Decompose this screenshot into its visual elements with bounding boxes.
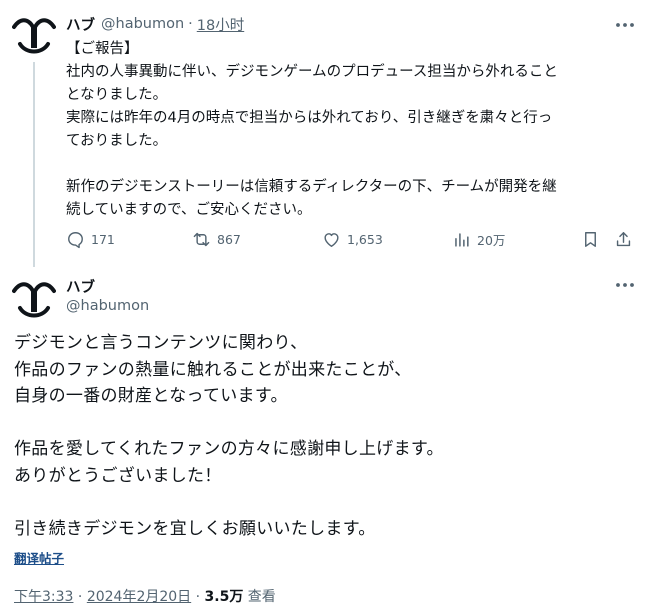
post-time[interactable]: 下午3:33 <box>14 589 73 605</box>
views-count: 20万 <box>477 232 506 248</box>
thread-line <box>33 62 35 267</box>
author-handle[interactable]: @habumon <box>66 298 149 314</box>
more-dots-icon[interactable] <box>614 274 636 296</box>
header-separator: · <box>188 16 193 32</box>
reply-count: 171 <box>91 231 115 247</box>
tweet-text: デジモンと言うコンテンツに関わり、 作品のファンの熱量に触れることが出来たことが… <box>14 330 634 542</box>
tweet-text-line: 【ご報告】 <box>66 41 139 57</box>
tweet-text-line: となりました。 <box>66 87 168 103</box>
tweet-text-line: 新作のデジモンストーリーは信頼するディレクターの下、チームが開発を継 <box>66 179 557 195</box>
bar-chart-icon <box>452 230 471 249</box>
views-label: 查看 <box>247 589 276 605</box>
main-tweet: ハブ @habumon デジモンと言うコンテンツに関わり、 作品のファンの熱量に… <box>0 268 647 615</box>
tweet-text-line: ておりました。 <box>66 133 168 149</box>
tweet-text-line: 作品のファンの熱量に触れることが出来たことが、 <box>14 359 412 380</box>
retweet-button[interactable]: 867 <box>192 228 241 250</box>
author-handle[interactable]: @habumon <box>101 16 184 32</box>
heart-icon <box>322 230 341 249</box>
retweet-count: 867 <box>217 231 241 247</box>
tweet-text-line: 作品を愛してくれたファンの方々に感謝申し上げます。 <box>14 439 444 459</box>
tweet-text: 【ご報告】 社内の人事異動に伴い、デジモンゲームのプロデュース担当から外れること… <box>66 38 636 222</box>
meta-separator: · <box>77 589 83 605</box>
tweet-meta: 下午3:33 · 2024年2月20日 · 3.5万 查看 <box>14 586 276 606</box>
views-count: 3.5万 <box>204 589 244 605</box>
tweet-text-line: 実際には昨年の4月の時点で担当からは外れており、引き継ぎを粛々と行っ <box>66 110 553 126</box>
reply-icon <box>66 230 85 249</box>
tweet-text-line: 社内の人事異動に伴い、デジモンゲームのプロデュース担当から外れること <box>66 64 558 80</box>
bookmark-icon <box>581 230 600 249</box>
views-button[interactable]: 20万 <box>452 228 505 250</box>
tweet-text-line: 自身の一番の財産となっています。 <box>14 386 288 406</box>
share-button[interactable] <box>614 228 633 250</box>
tweet-header: ハブ @habumon · 18小时 <box>66 14 244 34</box>
like-button[interactable]: 1,653 <box>322 228 383 250</box>
share-icon <box>614 230 633 249</box>
like-count: 1,653 <box>347 231 383 247</box>
post-date[interactable]: 2024年2月20日 <box>87 589 191 605</box>
tweet-text-line: 引き続きデジモンを宜しくお願いいたします。 <box>14 518 376 539</box>
avatar-logo-icon[interactable] <box>12 278 56 322</box>
action-bar: 171 867 1,653 20万 <box>66 228 638 250</box>
meta-separator: · <box>195 589 201 605</box>
retweet-icon <box>192 230 211 249</box>
reply-button[interactable]: 171 <box>66 228 115 250</box>
tweet-time[interactable]: 18小时 <box>197 14 244 35</box>
tweet-text-line: ありがとうございました！ <box>14 465 222 486</box>
more-dots-icon[interactable] <box>614 14 636 36</box>
avatar-logo-icon[interactable] <box>12 14 56 58</box>
tweet-text-line: デジモンと言うコンテンツに関わり、 <box>14 333 308 353</box>
author-name[interactable]: ハブ <box>66 14 95 35</box>
tweet-text-line: 続していますので、ご安心ください。 <box>66 202 312 218</box>
tweet-reply-context[interactable]: ハブ @habumon · 18小时 【ご報告】 社内の人事異動に伴い、デジモン… <box>0 0 647 267</box>
translate-post-link[interactable]: 翻译帖子 <box>14 548 64 567</box>
author-name[interactable]: ハブ <box>66 276 95 297</box>
bookmark-button[interactable] <box>581 228 600 250</box>
